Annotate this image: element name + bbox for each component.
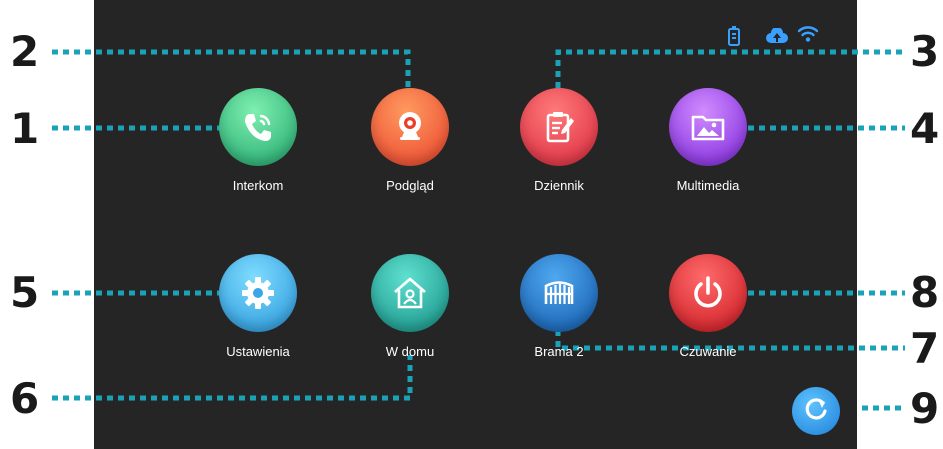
app-label: Multimedia <box>676 178 740 193</box>
clipboard-icon <box>520 88 598 166</box>
app-label: Interkom <box>232 178 284 193</box>
app-label: Brama 2 <box>534 344 584 359</box>
home-person-icon <box>371 254 449 332</box>
app-w-domu[interactable]: W domu <box>350 254 470 359</box>
webcam-icon <box>371 88 449 166</box>
callout-8: 8 <box>910 268 940 317</box>
cloud-icon <box>766 27 788 49</box>
callout-5: 5 <box>10 268 40 317</box>
app-label: Podgląd <box>386 178 434 193</box>
app-label: W domu <box>385 344 435 359</box>
folder-image-icon <box>669 88 747 166</box>
callout-4: 4 <box>910 104 940 153</box>
refresh-icon <box>801 394 831 429</box>
app-brama-2[interactable]: Brama 2 <box>499 254 619 359</box>
callout-9: 9 <box>910 384 940 433</box>
wifi-icon <box>797 25 819 48</box>
app-label: Dziennik <box>534 178 584 193</box>
phone-icon <box>219 88 297 166</box>
refresh-button[interactable] <box>792 387 840 435</box>
callout-7: 7 <box>910 324 940 373</box>
app-ustawienia[interactable]: Ustawienia <box>198 254 318 359</box>
app-label: Czuwanie <box>679 344 737 359</box>
device-icon <box>728 26 740 51</box>
gate-icon <box>520 254 598 332</box>
app-interkom[interactable]: Interkom <box>198 88 318 193</box>
app-dziennik[interactable]: Dziennik <box>499 88 619 193</box>
app-podglad[interactable]: Podgląd <box>350 88 470 193</box>
callout-3: 3 <box>910 27 940 76</box>
callout-6: 6 <box>10 374 40 423</box>
app-multimedia[interactable]: Multimedia <box>648 88 768 193</box>
app-label: Ustawienia <box>226 344 290 359</box>
app-czuwanie[interactable]: Czuwanie <box>648 254 768 359</box>
gear-icon <box>219 254 297 332</box>
callout-1: 1 <box>10 104 40 153</box>
device-screen <box>94 0 857 449</box>
power-icon <box>669 254 747 332</box>
callout-2: 2 <box>10 27 40 76</box>
